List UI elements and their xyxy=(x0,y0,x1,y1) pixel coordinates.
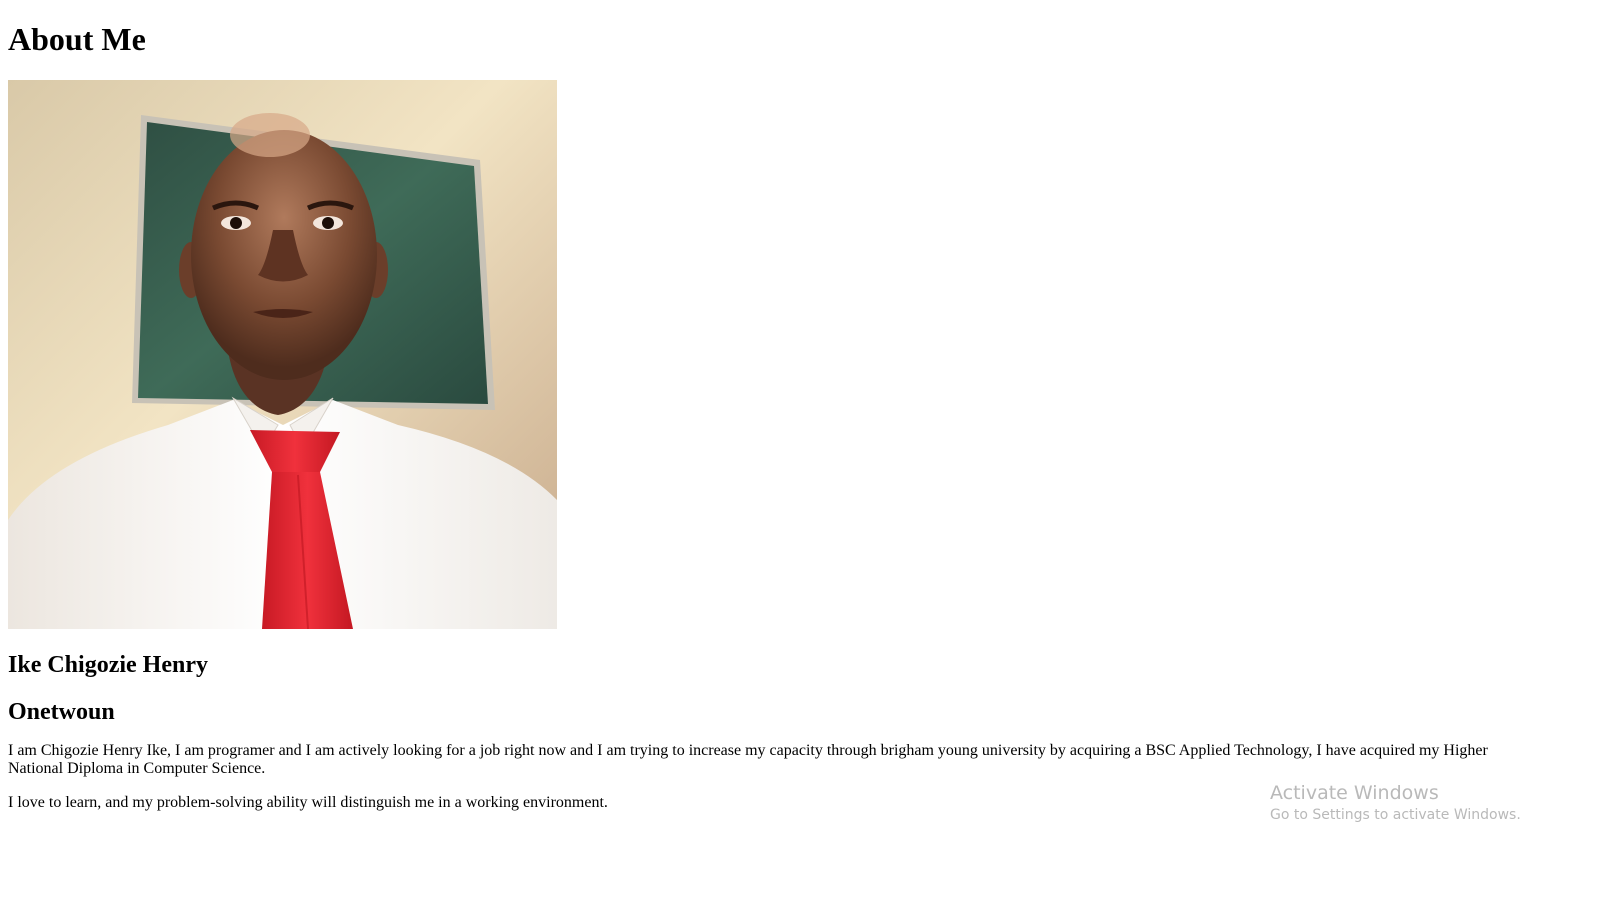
windows-activation-watermark: Activate Windows Go to Settings to activ… xyxy=(1270,781,1521,825)
profile-name: Ike Chigozie Henry xyxy=(8,652,208,678)
page-content: About Me Ike Chigozie Henry Onetwoun I a… xyxy=(0,21,1600,812)
watermark-subtitle: Go to Settings to activate Windows. xyxy=(1270,807,1521,823)
profile-nickname: Onetwoun xyxy=(8,699,115,725)
bio-paragraph: I am Chigozie Henry Ike, I am programer … xyxy=(8,742,1488,777)
watermark-title: Activate Windows xyxy=(1270,782,1439,804)
page-title: About Me xyxy=(8,21,146,57)
profile-photo xyxy=(8,80,557,629)
profile-photo-image xyxy=(8,80,557,629)
